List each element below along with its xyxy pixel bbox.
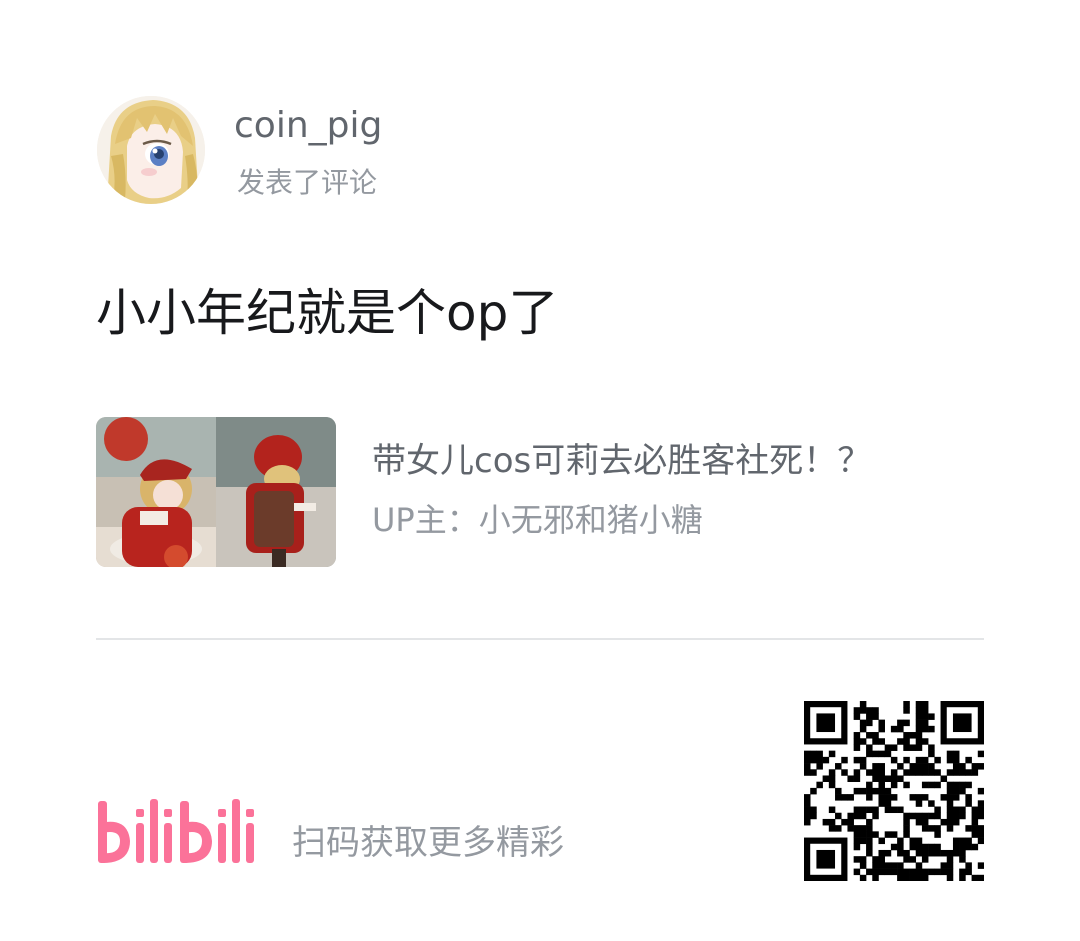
- avatar-illustration: [97, 96, 205, 204]
- comment-text: 小小年纪就是个op了: [96, 284, 559, 342]
- bilibili-logo-icon: [98, 799, 254, 863]
- qr-code-image: [804, 701, 985, 882]
- video-title[interactable]: 带女儿cos可莉去必胜客社死！？: [372, 438, 871, 484]
- share-card: coin_pig 发表了评论 小小年纪就是个op了 带女儿cos可莉去必胜客社死…: [0, 0, 1080, 941]
- video-uploader: UP主：小无邪和猪小糖: [372, 501, 703, 539]
- action-text: 发表了评论: [237, 166, 378, 199]
- username[interactable]: coin_pig: [234, 102, 382, 150]
- qr-code[interactable]: [804, 701, 985, 882]
- bilibili-logo: [96, 795, 266, 869]
- divider: [96, 638, 984, 640]
- user-avatar[interactable]: [97, 96, 205, 204]
- video-thumbnail[interactable]: [96, 417, 336, 567]
- thumbnail-image: [96, 417, 336, 567]
- scan-prompt: 扫码获取更多精彩: [292, 823, 564, 863]
